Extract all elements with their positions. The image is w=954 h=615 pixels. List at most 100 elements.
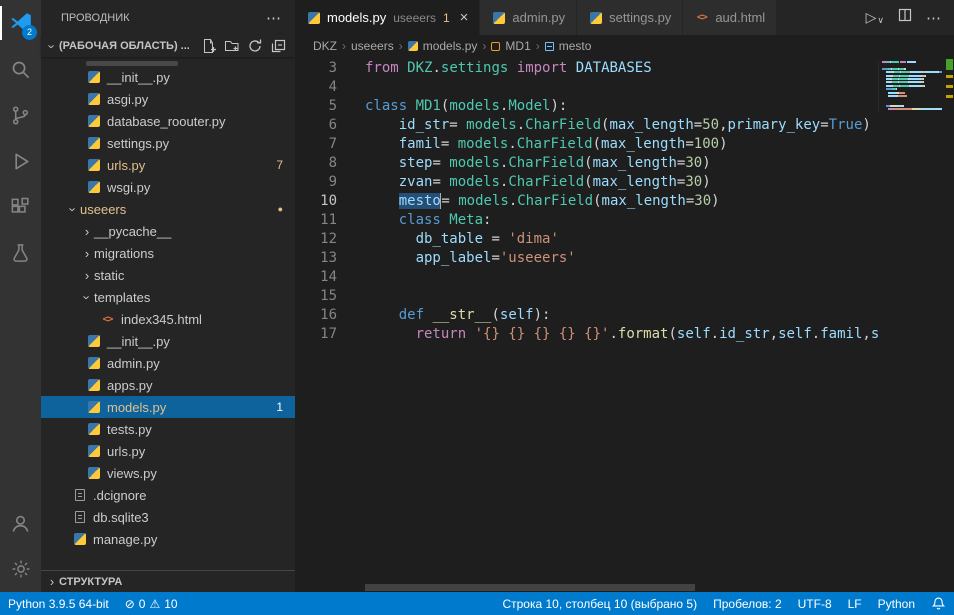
tree-item[interactable]: ›templates	[41, 286, 295, 308]
tree-item[interactable]: manage.py	[41, 528, 295, 550]
tree-item[interactable]: models.py1	[41, 396, 295, 418]
cursor-position-status[interactable]: Строка 10, столбец 10 (выбрано 5)	[494, 592, 705, 615]
new-file-icon[interactable]	[200, 37, 218, 55]
horizontal-scrollbar[interactable]	[365, 584, 695, 591]
testing-icon[interactable]	[0, 230, 41, 276]
workspace-section-header[interactable]: (РАБОЧАЯ ОБЛАСТЬ) ...	[41, 35, 295, 57]
tree-item[interactable]: urls.py	[41, 440, 295, 462]
python-icon	[308, 12, 320, 24]
code-token	[365, 155, 399, 171]
code-line[interactable]: 3from DKZ.settings import DATABASES	[295, 59, 878, 78]
split-editor-button[interactable]	[897, 7, 913, 28]
tab-settings.py[interactable]: settings.py	[577, 0, 683, 35]
code-line[interactable]: 7 famil= models.CharField(max_length=100…	[295, 135, 878, 154]
code-line[interactable]: 9 zvan= models.CharField(max_length=30)	[295, 173, 878, 192]
tree-item[interactable]: tests.py	[41, 418, 295, 440]
code-token: =	[432, 174, 449, 190]
tab-models.py[interactable]: models.pyuseeers1×	[295, 0, 480, 35]
file-tree: __init__.pyasgi.pydatabase_roouter.pyset…	[41, 57, 295, 570]
tree-item[interactable]: .dcignore	[41, 484, 295, 506]
line-number: 7	[295, 135, 337, 154]
tree-item[interactable]: database_roouter.py	[41, 110, 295, 132]
tree-item-label: settings.py	[107, 136, 169, 151]
tree-item[interactable]: <>index345.html	[41, 308, 295, 330]
breadcrumb-item[interactable]: MD1	[491, 39, 530, 53]
tab-admin.py[interactable]: admin.py	[480, 0, 577, 35]
code-line[interactable]: 8 step= models.CharField(max_length=30)	[295, 154, 878, 173]
breadcrumb-item[interactable]: mesto	[545, 39, 592, 53]
breadcrumb-item[interactable]: DKZ	[313, 39, 337, 53]
outline-section-header[interactable]: СТРУКТУРА	[41, 570, 295, 592]
tree-item[interactable]: __init__.py	[41, 330, 295, 352]
code-line[interactable]: 5class MD1(models.Model):	[295, 97, 878, 116]
code-line[interactable]: 10 mesto= models.CharField(max_length=30…	[295, 192, 878, 211]
code-line[interactable]: 6 id_str= models.CharField(max_length=50…	[295, 116, 878, 135]
run-and-debug-icon[interactable]	[0, 138, 41, 184]
breadcrumb-item[interactable]: models.py	[408, 39, 478, 53]
code-line[interactable]: 11 class Meta:	[295, 211, 878, 230]
notifications-bell-icon[interactable]	[923, 592, 954, 615]
activity-bar-bottom	[0, 500, 41, 592]
tree-item[interactable]: wsgi.py	[41, 176, 295, 198]
item-badge: 7	[276, 158, 283, 172]
refresh-icon[interactable]	[246, 37, 264, 55]
breadcrumb-item[interactable]: useeers	[351, 39, 394, 53]
code-line[interactable]: 14	[295, 268, 878, 287]
encoding-status[interactable]: UTF-8	[790, 592, 840, 615]
settings-gear-icon[interactable]	[0, 546, 41, 592]
tree-item[interactable]: ›__pycache__	[41, 220, 295, 242]
indentation-status[interactable]: Пробелов: 2	[705, 592, 790, 615]
code-token: models	[449, 155, 500, 171]
code-token: CharField	[517, 193, 593, 209]
tree-item[interactable]: db.sqlite3	[41, 506, 295, 528]
more-actions-icon[interactable]: ⋯	[926, 9, 941, 27]
minimap[interactable]	[878, 61, 945, 112]
line-number: 8	[295, 154, 337, 173]
problems-status[interactable]: ⊘0⚠10	[117, 592, 186, 615]
code-line[interactable]: 13 app_label='useeers'	[295, 249, 878, 268]
language-mode-status[interactable]: Python	[870, 592, 923, 615]
python-icon	[88, 159, 100, 171]
python-icon	[88, 115, 100, 127]
code-line[interactable]: 15	[295, 287, 878, 306]
tree-item[interactable]: admin.py	[41, 352, 295, 374]
close-icon[interactable]: ×	[460, 10, 469, 25]
more-actions-icon[interactable]: ⋯	[266, 9, 281, 27]
code-line[interactable]: 16 def __str__(self):	[295, 306, 878, 325]
extensions-icon[interactable]	[0, 184, 41, 230]
tree-item[interactable]: urls.py7	[41, 154, 295, 176]
code-token: primary_key	[728, 117, 821, 133]
code-line[interactable]: 4	[295, 78, 878, 97]
vscode-logo-icon[interactable]: 2	[0, 0, 41, 46]
python-interpreter-status[interactable]: Python 3.9.5 64-bit	[0, 592, 117, 615]
source-control-icon[interactable]	[0, 92, 41, 138]
tree-item[interactable]: ›migrations	[41, 242, 295, 264]
tree-item[interactable]: views.py	[41, 462, 295, 484]
python-file-icon	[86, 400, 101, 415]
search-icon[interactable]	[0, 46, 41, 92]
collapse-all-icon[interactable]	[269, 37, 287, 55]
line-number: 3	[295, 59, 337, 78]
tree-item[interactable]: ›useeers●	[41, 198, 295, 220]
code-line[interactable]: 17 return '{} {} {} {} {}'.format(self.i…	[295, 325, 878, 344]
code-editor[interactable]: 3from DKZ.settings import DATABASES45cla…	[295, 57, 954, 592]
new-folder-icon[interactable]	[223, 37, 241, 55]
run-python-file-button[interactable]: ▷ ∨	[866, 9, 884, 26]
tree-item[interactable]: settings.py	[41, 132, 295, 154]
account-icon[interactable]	[0, 500, 41, 546]
code-token: (	[584, 155, 592, 171]
document-icon	[75, 489, 85, 501]
tree-item[interactable]: __init__.py	[41, 66, 295, 88]
warning-icon: ⚠	[149, 597, 160, 611]
code-text: return '{} {} {} {} {}'.format(self.id_s…	[365, 325, 878, 344]
tree-item[interactable]: apps.py	[41, 374, 295, 396]
eol-status[interactable]: LF	[840, 592, 870, 615]
python-icon	[590, 12, 602, 24]
tab-aud.html[interactable]: <>aud.html	[683, 0, 777, 35]
code-token: CharField	[508, 174, 584, 190]
chevron-down-icon[interactable]: ∨	[877, 15, 884, 26]
code-line[interactable]: 12 db_table = 'dima'	[295, 230, 878, 249]
tree-item[interactable]: asgi.py	[41, 88, 295, 110]
tree-item[interactable]: ›static	[41, 264, 295, 286]
code-token: ):	[534, 307, 551, 323]
